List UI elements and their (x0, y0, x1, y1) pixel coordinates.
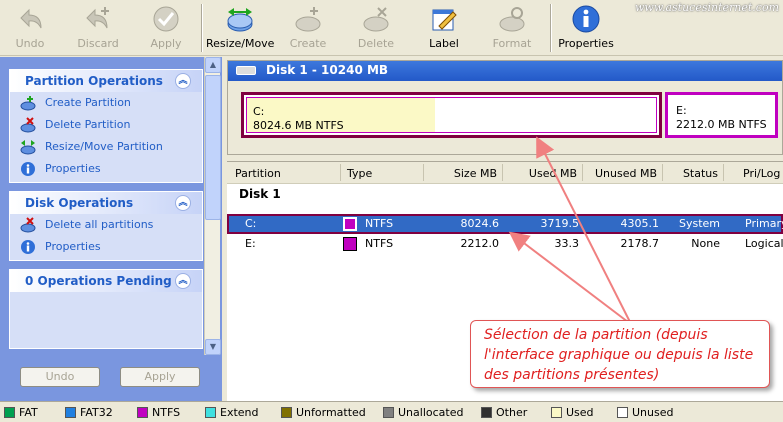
arrow-to-disk-map (536, 136, 631, 323)
arrow-to-table-row (508, 231, 629, 323)
annotation-callout: Sélection de la partition (depuis l'inte… (470, 320, 770, 388)
